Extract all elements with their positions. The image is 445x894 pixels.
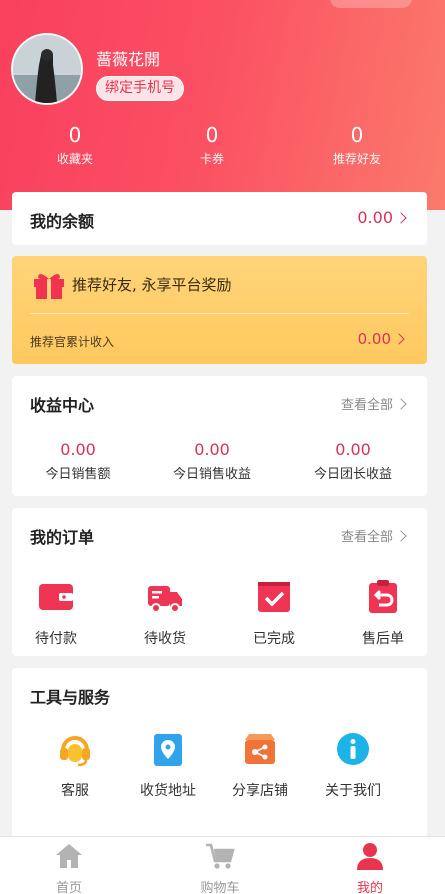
headset-icon — [60, 736, 90, 767]
order-label: 待收货 — [144, 631, 186, 647]
chevron-right-icon — [395, 530, 407, 542]
chevron-right-icon — [395, 398, 407, 410]
earnings-label: 今日团长收益 — [313, 467, 392, 482]
wallet-icon — [39, 584, 73, 610]
balance-value: 0.00 — [357, 208, 393, 227]
tool-share-store[interactable]: 分享店铺 — [220, 730, 300, 800]
tab-label: 购物车 — [200, 881, 240, 894]
earnings-center-card: 收益中心 查看全部 0.00 今日销售额 0.00 今日销售收益 0.00 今日… — [12, 376, 427, 496]
username: 蔷薇花開 — [96, 50, 161, 69]
earnings-value: 0.00 — [335, 440, 371, 459]
earnings-today-profit[interactable]: 0.00 今日销售收益 — [147, 440, 277, 482]
tab-mine[interactable]: 我的 — [320, 841, 420, 894]
tool-label: 关于我们 — [325, 783, 381, 799]
order-pending-receipt[interactable]: 待收货 — [125, 578, 205, 648]
avatar-photo-icon — [13, 35, 81, 103]
order-pending-payment[interactable]: 待付款 — [16, 578, 96, 648]
balance-amount: 0.00 — [357, 208, 407, 227]
tools-services-card: 工具与服务 客服 收货地址 分享店铺 关于我们 — [12, 668, 427, 844]
stat-favorites[interactable]: 0 收藏夹 — [15, 122, 135, 167]
return-clipboard-icon — [369, 580, 397, 613]
earnings-header: 收益中心 查看全部 — [30, 392, 409, 416]
earnings-today-leader[interactable]: 0.00 今日团长收益 — [288, 440, 418, 482]
order-label: 已完成 — [253, 631, 295, 647]
view-all-label: 查看全部 — [340, 530, 393, 545]
stat-referrals[interactable]: 0 推荐好友 — [297, 122, 417, 167]
order-label: 待付款 — [35, 631, 77, 647]
stat-value: 0 — [68, 123, 82, 147]
tool-label: 客服 — [61, 783, 89, 799]
balance-row[interactable]: 我的余额 0.00 — [12, 192, 427, 245]
tab-cart[interactable]: 购物车 — [170, 841, 270, 894]
referral-income-value: 0.00 — [357, 330, 391, 348]
tab-label: 首页 — [55, 881, 82, 894]
orders-header: 我的订单 查看全部 — [30, 524, 409, 548]
my-orders-card: 我的订单 查看全部 待付款 待收货 已完成 售后单 — [12, 508, 427, 656]
view-all-label: 查看全部 — [340, 398, 393, 413]
earnings-value: 0.00 — [60, 440, 96, 459]
referral-income-label: 推荐官累计收入 — [30, 335, 115, 349]
stat-coupons[interactable]: 0 卡券 — [152, 122, 272, 167]
earnings-value: 0.00 — [194, 440, 230, 459]
tool-label: 分享店铺 — [232, 783, 288, 799]
stat-label: 卡券 — [199, 152, 224, 166]
stat-value: 0 — [350, 123, 364, 147]
balance-label: 我的余额 — [30, 212, 95, 231]
order-label: 售后单 — [362, 631, 404, 647]
order-completed[interactable]: 已完成 — [234, 578, 314, 648]
tool-customer-service[interactable]: 客服 — [35, 730, 115, 800]
stat-value: 0 — [205, 123, 219, 147]
tool-label: 收货地址 — [140, 783, 196, 799]
check-box-icon — [258, 582, 290, 612]
orders-view-all[interactable]: 查看全部 — [340, 526, 407, 545]
earnings-label: 今日销售额 — [45, 467, 111, 482]
info-icon — [337, 733, 369, 765]
referral-promo-card[interactable]: 推荐好友, 永享平台奖励 推荐官累计收入 0.00 — [12, 256, 427, 364]
stat-label: 推荐好友 — [332, 152, 381, 166]
bottom-tab-bar: 首页 购物车 我的 — [0, 836, 445, 894]
chevron-right-icon — [393, 333, 405, 345]
earnings-today-sales[interactable]: 0.00 今日销售额 — [13, 440, 143, 482]
tools-header: 工具与服务 — [30, 684, 409, 708]
user-icon — [357, 843, 383, 870]
gift-icon — [34, 273, 64, 299]
tab-label: 我的 — [356, 881, 383, 894]
tool-shipping-address[interactable]: 收货地址 — [128, 730, 208, 800]
cart-icon — [206, 843, 235, 869]
bind-phone-button[interactable]: 绑定手机号 — [96, 76, 184, 101]
stat-label: 收藏夹 — [56, 152, 93, 166]
share-store-icon — [245, 734, 275, 764]
top-pill-decoration — [330, 0, 412, 8]
promo-text: 推荐好友, 永享平台奖励 — [72, 276, 232, 294]
referral-income-amount: 0.00 — [357, 330, 405, 348]
profile-header: 蔷薇花開 绑定手机号 0 收藏夹 0 卡券 0 推荐好友 — [0, 0, 445, 210]
truck-icon — [148, 586, 182, 613]
tool-about-us[interactable]: 关于我们 — [313, 730, 393, 800]
tools-title: 工具与服务 — [30, 688, 111, 707]
divider — [30, 313, 409, 314]
earnings-view-all[interactable]: 查看全部 — [340, 394, 407, 413]
tab-home[interactable]: 首页 — [19, 841, 119, 894]
home-icon — [56, 844, 82, 868]
order-after-sales[interactable]: 售后单 — [343, 578, 423, 648]
location-icon — [154, 734, 182, 766]
chevron-right-icon — [395, 212, 407, 224]
avatar[interactable] — [11, 33, 83, 105]
earnings-label: 今日销售收益 — [172, 467, 251, 482]
